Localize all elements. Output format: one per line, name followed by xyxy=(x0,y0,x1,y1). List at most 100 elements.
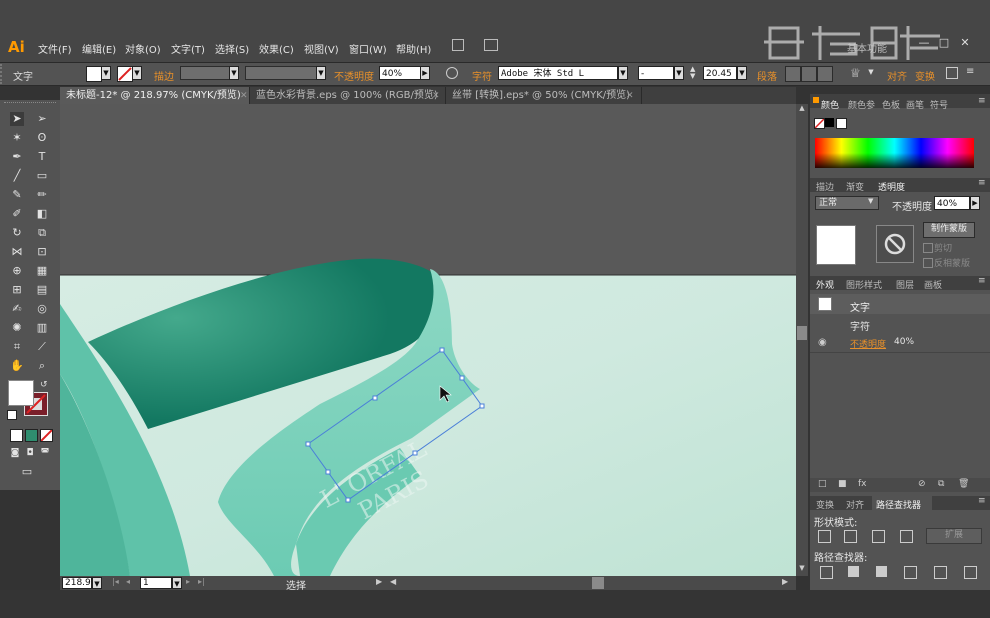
invert-mask-checkbox[interactable] xyxy=(923,258,933,268)
expand-button[interactable]: 扩展 xyxy=(926,528,982,544)
tab-close-icon[interactable]: ✕ xyxy=(240,91,248,101)
vertical-scroll-thumb[interactable] xyxy=(797,326,807,340)
width-tool-icon[interactable]: ⋈ xyxy=(10,245,24,259)
trim-icon[interactable] xyxy=(848,566,859,577)
opacity-label[interactable]: 不透明度 xyxy=(334,68,374,83)
panel-menu-icon[interactable]: ≡ xyxy=(978,276,986,286)
font-style-dropdown[interactable]: ▼ xyxy=(674,66,684,80)
appearance-row-type[interactable] xyxy=(810,294,990,315)
align-left-icon[interactable] xyxy=(785,66,801,82)
perspective-grid-tool-icon[interactable]: ▦ xyxy=(35,264,49,278)
tab-transform[interactable]: 变换 xyxy=(816,498,834,511)
add-stroke-icon[interactable]: □ xyxy=(818,479,827,489)
shape-builder-tool-icon[interactable]: ⊕ xyxy=(10,264,24,278)
add-fill-icon[interactable]: ■ xyxy=(838,479,847,489)
paintbrush-tool-icon[interactable]: ✎ xyxy=(10,188,24,202)
tab-ribbon[interactable]: 丝带 [转换].eps* @ 50% (CMYK/预览) xyxy=(446,87,642,104)
menu-select[interactable]: 选择(S) xyxy=(215,41,249,56)
rectangle-tool-icon[interactable]: ▭ xyxy=(35,169,49,183)
appearance-opacity-label[interactable]: 不透明度 xyxy=(850,337,886,350)
merge-icon[interactable] xyxy=(876,566,887,577)
slice-tool-icon[interactable]: ⟋ xyxy=(35,340,49,354)
divide-icon[interactable] xyxy=(820,566,833,579)
scroll-up-icon[interactable]: ▲ xyxy=(797,104,807,114)
panel-menu-icon[interactable]: ≡ xyxy=(978,496,986,506)
tab-transparency[interactable]: 透明度 xyxy=(878,180,905,193)
character-label[interactable]: 字符 xyxy=(472,68,492,83)
mesh-tool-icon[interactable]: ⊞ xyxy=(10,283,24,297)
make-mask-button[interactable]: 制作蒙版 xyxy=(923,222,975,238)
visibility-eye-icon[interactable]: ◉ xyxy=(818,337,827,348)
draw-normal-icon[interactable]: ◙ xyxy=(8,446,22,460)
artboard-number-field[interactable]: 1 xyxy=(140,577,172,589)
panel-menu-icon[interactable]: ≡ xyxy=(978,178,986,188)
clear-appearance-icon[interactable]: ⊘ xyxy=(918,479,926,489)
symbol-sprayer-tool-icon[interactable]: ✺ xyxy=(10,321,24,335)
scroll-left-icon[interactable]: ◀ xyxy=(390,577,396,586)
gradient-tool-icon[interactable]: ▤ xyxy=(35,283,49,297)
black-swatch[interactable] xyxy=(825,118,834,127)
menu-window[interactable]: 窗口(W) xyxy=(349,41,387,56)
isolate-icon[interactable] xyxy=(946,67,958,79)
menu-view[interactable]: 视图(V) xyxy=(304,41,339,56)
menu-type[interactable]: 文字(T) xyxy=(171,41,205,56)
blend-tool-icon[interactable]: ◎ xyxy=(35,302,49,316)
scale-tool-icon[interactable]: ⧉ xyxy=(35,226,49,240)
menu-effect[interactable]: 效果(C) xyxy=(259,41,294,56)
canvas-area[interactable]: L' ORFAL PARIS xyxy=(60,104,796,576)
tab-stroke[interactable]: 描边 xyxy=(816,180,834,193)
none-swatch-icon[interactable] xyxy=(814,118,825,129)
tab-color[interactable]: 颜色 xyxy=(821,98,839,111)
tab-gradient[interactable]: 渐变 xyxy=(846,180,864,193)
intersect-icon[interactable] xyxy=(872,530,885,543)
default-colors-icon[interactable] xyxy=(7,410,17,420)
stroke-label[interactable]: 描边 xyxy=(154,68,174,83)
tab-align[interactable]: 对齐 xyxy=(846,498,864,511)
tab-close-icon[interactable]: ✕ xyxy=(432,91,440,101)
align-center-icon[interactable] xyxy=(801,66,817,82)
hand-tool-icon[interactable]: ✋ xyxy=(10,359,24,373)
minus-back-icon[interactable] xyxy=(964,566,977,579)
next-artboard-icon[interactable]: ▸ xyxy=(186,577,190,586)
tab-layers[interactable]: 图层 xyxy=(896,278,914,291)
vertical-scrollbar[interactable]: ▲ ▼ xyxy=(796,104,808,576)
zoom-tool-icon[interactable]: ⌕ xyxy=(35,359,49,373)
last-artboard-icon[interactable]: ▸| xyxy=(198,577,205,586)
opacity-dropdown[interactable]: ▶ xyxy=(420,66,430,80)
color-mode-icon[interactable] xyxy=(10,429,23,442)
outline-icon[interactable] xyxy=(934,566,947,579)
direct-selection-tool-icon[interactable]: ➢ xyxy=(35,112,49,126)
tab-brushes[interactable]: 画笔 xyxy=(906,98,924,111)
paragraph-label[interactable]: 段落 xyxy=(757,68,777,83)
stroke-dropdown[interactable]: ▼ xyxy=(132,66,142,80)
font-family-dropdown[interactable]: ▼ xyxy=(618,66,628,80)
font-style-field[interactable]: - xyxy=(638,66,674,80)
tab-untitled-12[interactable]: 未标题-12* @ 218.97% (CMYK/预览) xyxy=(60,87,250,104)
object-thumbnail[interactable] xyxy=(816,225,856,265)
clip-checkbox[interactable] xyxy=(923,243,933,253)
pencil-tool-icon[interactable]: ✏ xyxy=(35,188,49,202)
recolor-artwork-icon[interactable] xyxy=(446,67,458,79)
swap-colors-icon[interactable]: ↺ xyxy=(40,380,48,390)
column-graph-tool-icon[interactable]: ▥ xyxy=(35,321,49,335)
zoom-dropdown[interactable]: ▼ xyxy=(92,577,102,589)
first-artboard-icon[interactable]: |◂ xyxy=(112,577,119,586)
panel-menu-icon[interactable]: ≡ xyxy=(978,96,986,106)
align-panel-label[interactable]: 对齐 xyxy=(887,68,907,83)
variable-width-dropdown[interactable]: ▼ xyxy=(316,66,326,80)
selection-tool-icon[interactable]: ➤ xyxy=(10,112,24,126)
menu-object[interactable]: 对象(O) xyxy=(125,41,161,56)
tab-appearance[interactable]: 外观 xyxy=(816,278,834,291)
rotate-tool-icon[interactable]: ↻ xyxy=(10,226,24,240)
exclude-icon[interactable] xyxy=(900,530,913,543)
lasso-tool-icon[interactable]: ʘ xyxy=(35,131,49,145)
draw-behind-icon[interactable]: ◘ xyxy=(23,446,37,460)
duplicate-item-icon[interactable]: ⧉ xyxy=(938,479,944,489)
blob-brush-tool-icon[interactable]: ✐ xyxy=(10,207,24,221)
transform-panel-label[interactable]: 变换 xyxy=(915,68,935,83)
tab-blue-watercolor[interactable]: 蓝色水彩背景.eps @ 100% (RGB/预览) xyxy=(250,87,446,104)
menu-help[interactable]: 帮助(H) xyxy=(396,41,431,56)
stroke-weight-dropdown[interactable]: ▼ xyxy=(229,66,239,80)
stroke-weight-field[interactable] xyxy=(180,66,230,80)
horizontal-scroll-thumb[interactable] xyxy=(592,577,604,589)
